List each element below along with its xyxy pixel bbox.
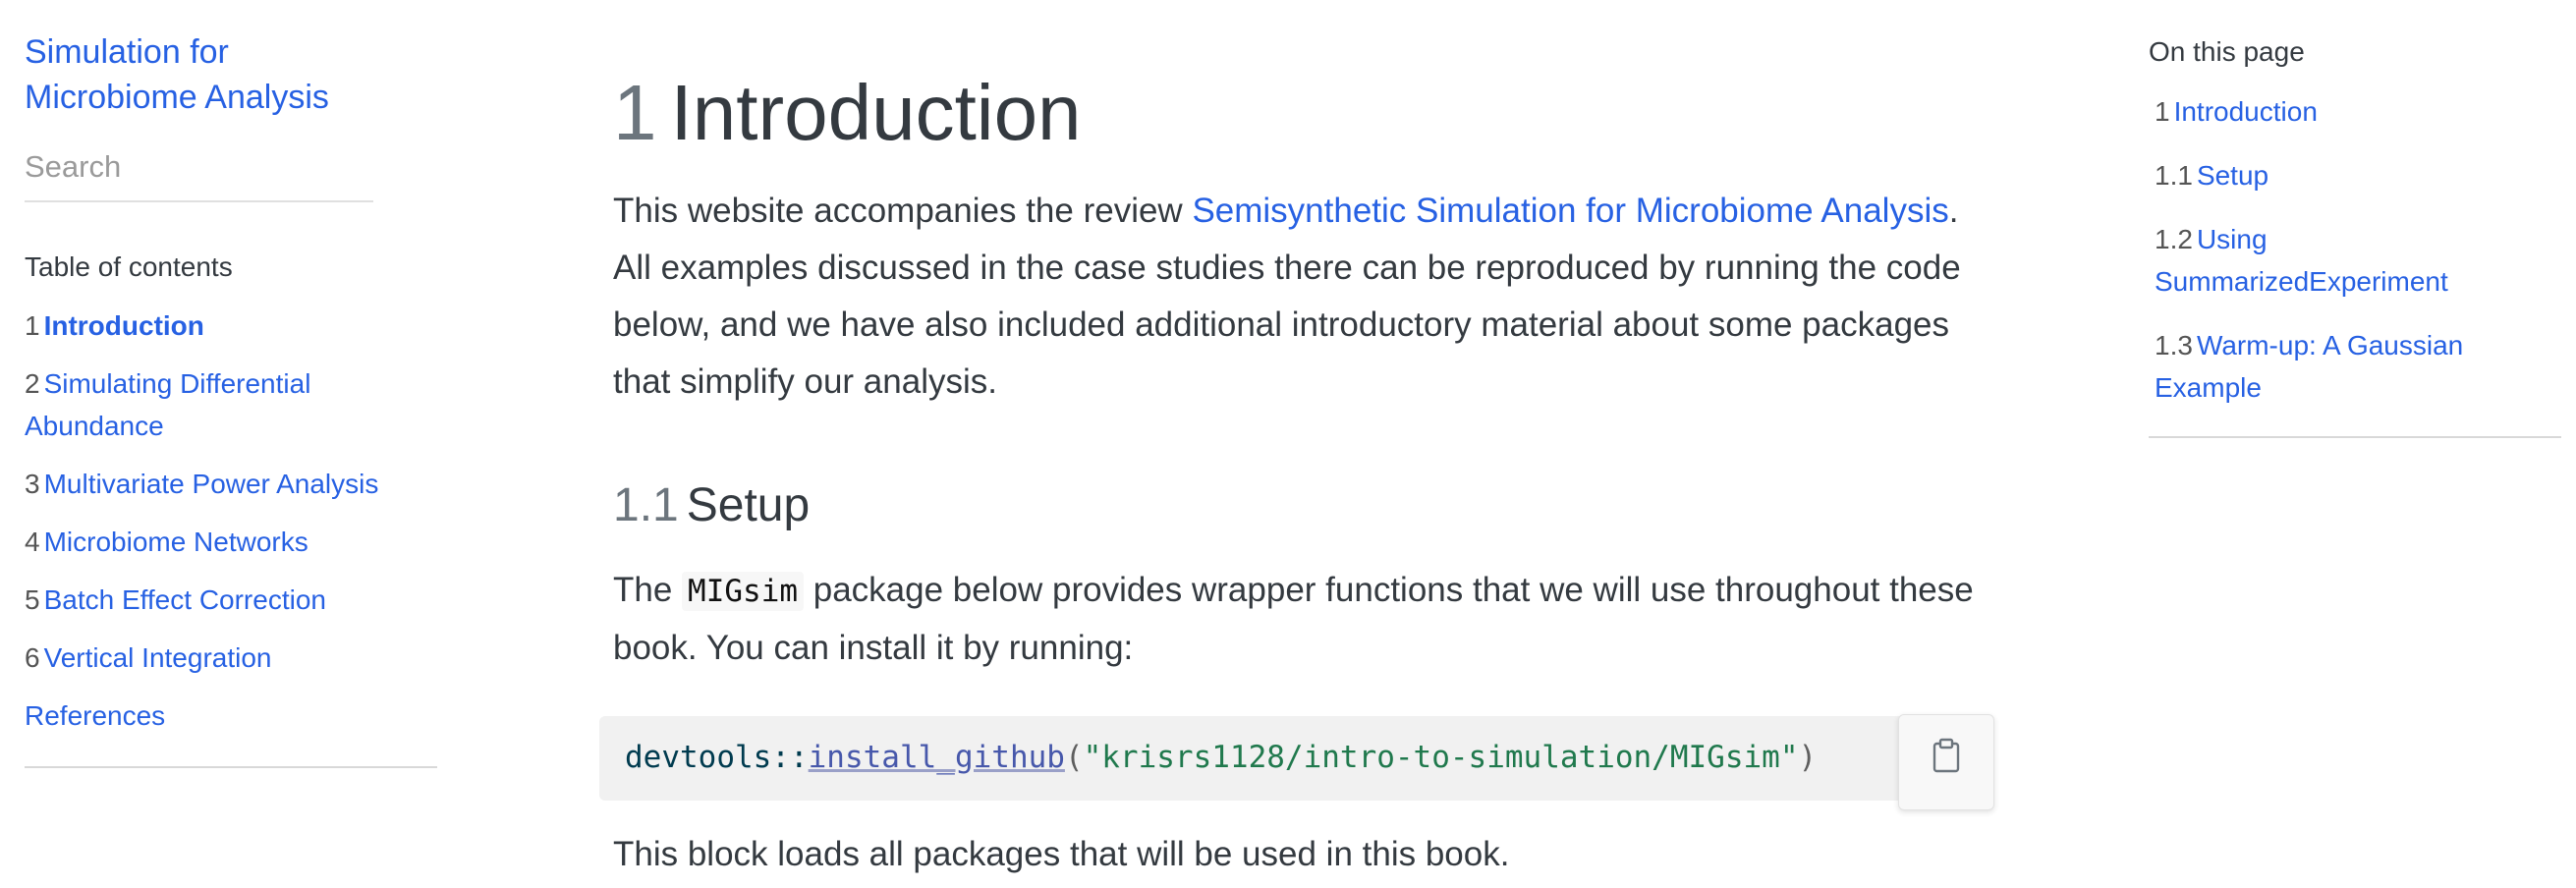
sidebar-item-number: 6	[25, 642, 40, 673]
toc-link[interactable]: 1.3 Warm-up: A Gaussian Example	[2155, 330, 2463, 403]
toc-item-label: Setup	[2196, 160, 2269, 191]
page-title: 1 Introduction	[613, 59, 1988, 167]
sidebar-item-introduction[interactable]: 1 Introduction	[25, 305, 437, 347]
sidebar-item-references[interactable]: References	[25, 694, 437, 737]
search-box	[25, 149, 373, 202]
sidebar-item-differential-abundance[interactable]: 2 Simulating Differential Abundance	[25, 362, 437, 447]
sidebar-toc: 1 Introduction 2 Simulating Differential A…	[25, 305, 437, 768]
main-content: 1 Introduction This website accompanies t…	[599, 59, 1994, 883]
sidebar-item-number: 1	[25, 310, 40, 341]
toc-link[interactable]: 1 Introduction	[2155, 96, 2318, 127]
sidebar: Simulation for Microbiome Analysis Table…	[25, 29, 437, 768]
code-namespace: devtools::	[625, 740, 809, 775]
code-string: "krisrs1128/intro-to-simulation/MIGsim"	[1083, 740, 1799, 775]
sidebar-item-label[interactable]: Batch Effect Correction	[44, 584, 326, 615]
setup-text-before: The	[613, 571, 683, 609]
toc-item-number: 1	[2155, 96, 2170, 127]
packages-paragraph: This block loads all packages that will …	[613, 835, 1510, 873]
inline-code: MIGsim	[682, 572, 805, 611]
sidebar-item-vertical-integration[interactable]: 6 Vertical Integration	[25, 637, 437, 679]
section-number: 1.1	[613, 479, 679, 531]
intro-text-before: This website accompanies the review	[613, 192, 1193, 230]
sidebar-item-label[interactable]: Multivariate Power Analysis	[44, 469, 379, 499]
sidebar-item-label[interactable]: Vertical Integration	[44, 642, 272, 673]
sidebar-item-number: 4	[25, 527, 40, 557]
clipboard-icon	[1932, 738, 1961, 787]
site-title-line2: Microbiome Analysis	[25, 79, 329, 116]
toc-item-summarized-experiment[interactable]: 1.2 Using SummarizedExperiment	[2155, 218, 2561, 303]
sidebar-item-power-analysis[interactable]: 3 Multivariate Power Analysis	[25, 463, 437, 505]
toc-link[interactable]: 1.1 Setup	[2155, 160, 2268, 191]
sidebar-item-batch-effect[interactable]: 5 Batch Effect Correction	[25, 579, 437, 621]
toc-item-setup[interactable]: 1.1 Setup	[2155, 154, 2561, 196]
intro-paragraph: This website accompanies the review Semi…	[613, 183, 1988, 411]
review-link[interactable]: Semisynthetic Simulation for Microbiome …	[1192, 192, 1948, 230]
sidebar-item-networks[interactable]: 4 Microbiome Networks	[25, 521, 437, 563]
code-paren-close: )	[1798, 740, 1818, 775]
setup-text-after: package below provides wrapper functions…	[613, 571, 1974, 667]
sidebar-item-label[interactable]: Simulating Differential Abundance	[25, 368, 310, 441]
toc-item-number: 1.1	[2155, 160, 2193, 191]
sidebar-item-label[interactable]: References	[25, 700, 165, 731]
on-this-page-heading: On this page	[2149, 36, 2305, 67]
toc-heading: Table of contents	[25, 251, 233, 282]
on-this-page-list: 1 Introduction 1.1 Setup 1.2 Using Summariz…	[2149, 90, 2561, 438]
toc-item-introduction[interactable]: 1 Introduction	[2155, 90, 2561, 133]
section-heading-setup: 1.1 Setup	[613, 475, 1988, 536]
toc-item-label: Using SummarizedExperiment	[2155, 224, 2448, 297]
page-title-number: 1	[613, 69, 657, 156]
site-title-line1: Simulation for	[25, 33, 229, 71]
page-title-text: Introduction	[670, 69, 1082, 156]
toc-link[interactable]: 1.2 Using SummarizedExperiment	[2155, 224, 2448, 297]
toc-item-number: 1.2	[2155, 224, 2193, 254]
toc-item-number: 1.3	[2155, 330, 2193, 361]
search-input[interactable]	[25, 149, 373, 185]
code-paren-open: (	[1064, 740, 1084, 775]
copy-code-button[interactable]	[1898, 714, 1994, 810]
toc-item-gaussian-example[interactable]: 1.3 Warm-up: A Gaussian Example	[2155, 324, 2561, 409]
sidebar-item-number: 3	[25, 469, 40, 499]
setup-paragraph: The MIGsim package below provides wrappe…	[613, 562, 1988, 677]
sidebar-item-label[interactable]: Microbiome Networks	[44, 527, 308, 557]
on-this-page: On this page 1 Introduction 1.1 Setup 1.2 U…	[2149, 33, 2561, 438]
sidebar-item-number: 2	[25, 368, 40, 399]
code-block: devtools::install_github("krisrs1128/int…	[599, 714, 1994, 810]
toc-item-label: Warm-up: A Gaussian Example	[2155, 330, 2464, 403]
site-title[interactable]: Simulation for Microbiome Analysis	[25, 29, 378, 120]
code-function-link[interactable]: install_github	[809, 740, 1065, 775]
section-title: Setup	[686, 479, 811, 531]
toc-item-label: Introduction	[2173, 96, 2318, 127]
sidebar-item-number: 5	[25, 584, 40, 615]
sidebar-item-label[interactable]: Introduction	[44, 310, 204, 341]
